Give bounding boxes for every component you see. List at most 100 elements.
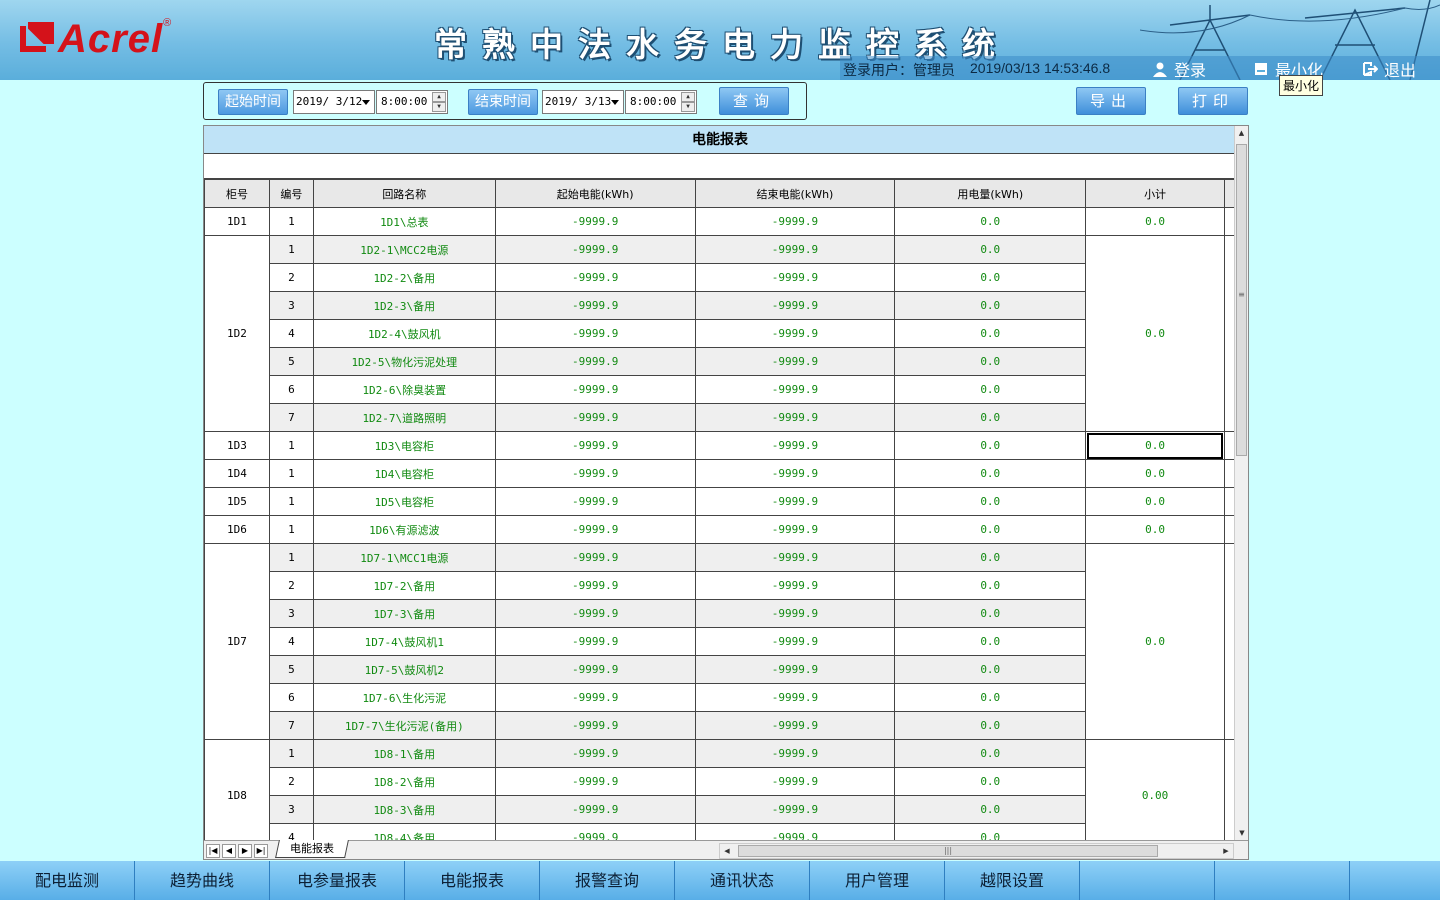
subtotal-cell[interactable]: 0.0 (1085, 235, 1225, 432)
table-row: 1D5 1 1D5\电容柜 -9999.9 -9999.9 0.0 0.0 (204, 487, 1236, 516)
nav-power-monitoring[interactable]: 配电监测 (0, 861, 135, 900)
circuit-no-cell: 2 (268, 571, 314, 600)
end-time-value: 8:00:00 (630, 95, 677, 108)
export-button[interactable]: 导出 (1076, 87, 1146, 115)
end-energy-cell: -9999.9 (694, 543, 896, 572)
horizontal-scrollbar[interactable]: ◀ ||| ▶ (719, 843, 1234, 859)
start-energy-cell: -9999.9 (494, 767, 696, 796)
circuit-no-cell: 3 (268, 599, 314, 628)
start-date-picker[interactable]: 2019/ 3/12 (293, 90, 375, 114)
col-header: 起始电能(kWh) (494, 179, 696, 208)
table-row: 3 1D7-3\备用 -9999.9 -9999.9 0.0 (205, 599, 1236, 628)
next-sheet-icon[interactable]: ▶ (238, 844, 252, 858)
col-header: 用电量(kWh) (894, 179, 1087, 208)
first-sheet-icon[interactable]: |◀ (206, 844, 220, 858)
cabinet-cell: 1D8 (204, 739, 270, 840)
usage-cell: 0.0 (894, 571, 1087, 600)
end-energy-cell: -9999.9 (694, 487, 896, 516)
end-energy-cell: -9999.9 (694, 347, 896, 376)
usage-cell: 0.0 (894, 543, 1087, 572)
end-time-input[interactable]: 8:00:00 ▲ ▼ (625, 90, 697, 114)
table-row: 5 1D2-5\物化污泥处理 -9999.9 -9999.9 0.0 (205, 347, 1236, 376)
subtotal-cell[interactable]: 0.00 (1085, 739, 1225, 840)
end-date-value: 2019/ 3/13 (545, 95, 612, 108)
end-energy-cell: -9999.9 (694, 375, 896, 404)
cabinet-cell: 1D5 (204, 487, 270, 516)
circuit-name-cell: 1D2-5\物化污泥处理 (312, 347, 496, 376)
vertical-scrollbar[interactable]: ▲ ≡ ▼ (1234, 126, 1248, 840)
start-energy-cell: -9999.9 (494, 263, 696, 292)
nav-comm-status[interactable]: 通讯状态 (675, 861, 810, 900)
start-energy-cell: -9999.9 (494, 459, 696, 488)
subtotal-cell[interactable]: 0.0 (1085, 487, 1225, 516)
usage-cell: 0.0 (894, 459, 1087, 488)
start-time-spinner[interactable]: ▲ ▼ (432, 92, 446, 112)
start-energy-cell: -9999.9 (494, 599, 696, 628)
nav-empty-slot (1350, 861, 1440, 900)
nav-limit-settings[interactable]: 越限设置 (945, 861, 1080, 900)
circuit-name-cell: 1D8-2\备用 (312, 767, 496, 796)
scroll-thumb[interactable]: ≡ (1236, 144, 1247, 456)
bottom-navigation: 配电监测 趋势曲线 电参量报表 电能报表 报警查询 通讯状态 用户管理 越限设置 (0, 861, 1440, 900)
usage-cell: 0.0 (894, 711, 1087, 740)
circuit-no-cell: 4 (268, 823, 314, 840)
chevron-down-icon (362, 100, 370, 105)
nav-parameter-report[interactable]: 电参量报表 (270, 861, 405, 900)
start-energy-cell: -9999.9 (494, 207, 696, 236)
scroll-down-icon[interactable]: ▼ (1235, 826, 1248, 840)
acrel-logo-mark (20, 22, 54, 56)
circuit-no-cell: 1 (268, 207, 314, 236)
table-row: 3 1D8-3\备用 -9999.9 -9999.9 0.0 (205, 795, 1236, 824)
scroll-right-icon[interactable]: ▶ (1219, 844, 1233, 858)
circuit-name-cell: 1D2-6\除臭装置 (312, 375, 496, 404)
start-energy-cell: -9999.9 (494, 739, 696, 768)
circuit-name-cell: 1D8-4\备用 (312, 823, 496, 840)
logged-in-user: 登录用户：管理员 (843, 63, 955, 79)
usage-cell: 0.0 (894, 795, 1087, 824)
sheet-tab-label: 电能报表 (290, 842, 334, 855)
start-time-value: 8:00:00 (381, 95, 428, 108)
end-time-spinner[interactable]: ▲ ▼ (681, 92, 695, 112)
prev-sheet-icon[interactable]: ◀ (222, 844, 236, 858)
exit-button[interactable]: 退出 (1362, 58, 1416, 80)
table-row: 3 1D2-3\备用 -9999.9 -9999.9 0.0 (205, 291, 1236, 320)
end-energy-cell: -9999.9 (694, 319, 896, 348)
circuit-name-cell: 1D7-6\生化污泥 (312, 683, 496, 712)
subtotal-cell[interactable]: 0.0 (1085, 207, 1225, 236)
circuit-no-cell: 1 (268, 543, 314, 572)
circuit-name-cell: 1D7-5\鼓风机2 (312, 655, 496, 684)
circuit-name-cell: 1D2-3\备用 (312, 291, 496, 320)
table-row: 2 1D8-2\备用 -9999.9 -9999.9 0.0 (205, 767, 1236, 796)
end-date-picker[interactable]: 2019/ 3/13 (542, 90, 624, 114)
report-blank-row (204, 154, 1236, 179)
nav-alarm-query[interactable]: 报警查询 (540, 861, 675, 900)
scroll-left-icon[interactable]: ◀ (720, 844, 734, 858)
start-time-input[interactable]: 8:00:00 ▲ ▼ (376, 90, 448, 114)
last-sheet-icon[interactable]: ▶| (254, 844, 268, 858)
nav-energy-report[interactable]: 电能报表 (405, 861, 540, 900)
end-energy-cell: -9999.9 (694, 823, 896, 840)
table-row: 7 1D2-7\道路照明 -9999.9 -9999.9 0.0 (205, 403, 1236, 432)
start-energy-cell: -9999.9 (494, 655, 696, 684)
end-time-label: 结束时间 (468, 89, 538, 115)
energy-report-table: 柜号 编号 回路名称 起始电能(kWh) 结束电能(kWh) 用电量(kWh) … (204, 179, 1236, 840)
end-energy-cell: -9999.9 (694, 431, 896, 460)
sheet-tab-energy-report[interactable]: 电能报表 (275, 840, 349, 858)
scroll-up-icon[interactable]: ▲ (1235, 126, 1248, 140)
hscroll-thumb[interactable]: ||| (738, 845, 1158, 857)
end-energy-cell: -9999.9 (694, 403, 896, 432)
minimize-icon (1255, 63, 1267, 75)
subtotal-cell[interactable]: 0.0 (1085, 459, 1225, 488)
print-button[interactable]: 打印 (1178, 87, 1248, 115)
circuit-name-cell: 1D6\有源滤波 (312, 515, 496, 544)
subtotal-cell[interactable]: 0.0 (1085, 543, 1225, 740)
search-button[interactable]: 查询 (719, 87, 789, 115)
start-energy-cell: -9999.9 (494, 823, 696, 840)
usage-cell: 0.0 (894, 207, 1087, 236)
nav-trend-curve[interactable]: 趋势曲线 (135, 861, 270, 900)
subtotal-cell[interactable]: 0.0 (1085, 431, 1225, 460)
subtotal-cell[interactable]: 0.0 (1085, 515, 1225, 544)
nav-user-management[interactable]: 用户管理 (810, 861, 945, 900)
end-energy-cell: -9999.9 (694, 683, 896, 712)
login-button[interactable]: 登录 (1152, 58, 1206, 80)
